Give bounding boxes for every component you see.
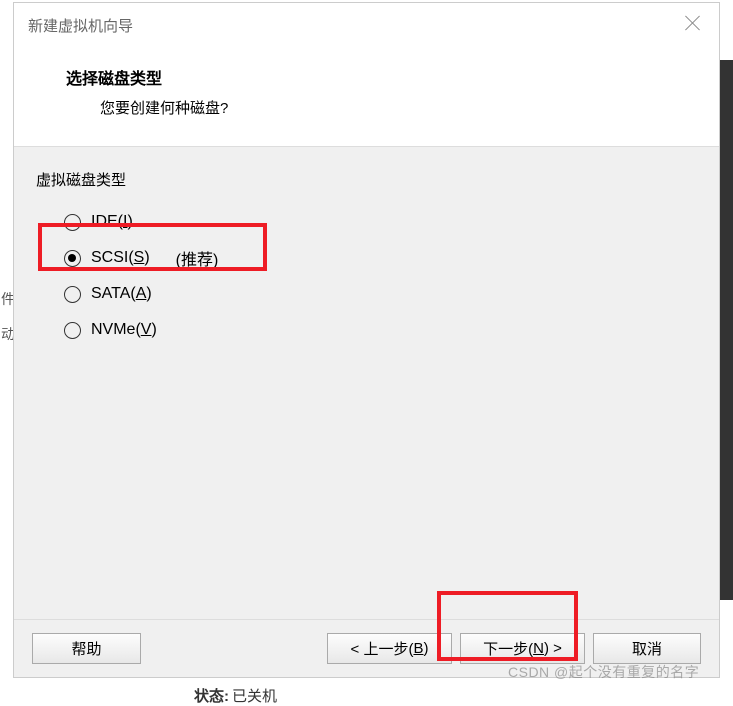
radio-nvme[interactable]: NVMe(V) [64,312,701,348]
page-title: 选择磁盘类型 [66,65,683,89]
content-area: 虚拟磁盘类型 IDE(I) SCSI(S) (推荐) SATA(A) NVMe(… [14,146,719,619]
back-button[interactable]: < 上一步(B) [327,633,452,664]
radio-scsi[interactable]: SCSI(S) (推荐) [64,240,701,276]
help-button[interactable]: 帮助 [32,633,141,664]
radio-label-scsi: SCSI(S) [91,249,150,267]
background-left-strip: 件 动 [0,0,13,702]
radio-ide[interactable]: IDE(I) [64,204,701,240]
radio-icon [64,250,81,267]
cancel-button[interactable]: 取消 [593,633,701,664]
radio-icon [64,214,81,231]
watermark: CSDN @起个没有重复的名字 [508,662,699,682]
header-area: 选择磁盘类型 您要创建何种磁盘? [14,47,719,146]
background-status-fragment: 状态:已关机 [194,685,277,706]
titlebar: 新建虚拟机向导 [14,3,719,47]
radio-label-sata: SATA(A) [91,285,152,303]
radio-suffix-recommended: (推荐) [176,246,219,270]
radio-sata[interactable]: SATA(A) [64,276,701,312]
wizard-dialog: 新建虚拟机向导 选择磁盘类型 您要创建何种磁盘? 虚拟磁盘类型 IDE(I) S… [13,2,720,678]
page-subtitle: 您要创建何种磁盘? [100,97,683,118]
radio-icon [64,286,81,303]
radio-label-nvme: NVMe(V) [91,321,157,339]
next-button[interactable]: 下一步(N) > [460,633,585,664]
radio-label-ide: IDE(I) [91,213,133,231]
background-right-shadow [720,60,733,600]
group-label: 虚拟磁盘类型 [36,169,701,190]
radio-icon [64,322,81,339]
close-icon[interactable] [681,11,705,35]
window-title: 新建虚拟机向导 [28,15,133,36]
